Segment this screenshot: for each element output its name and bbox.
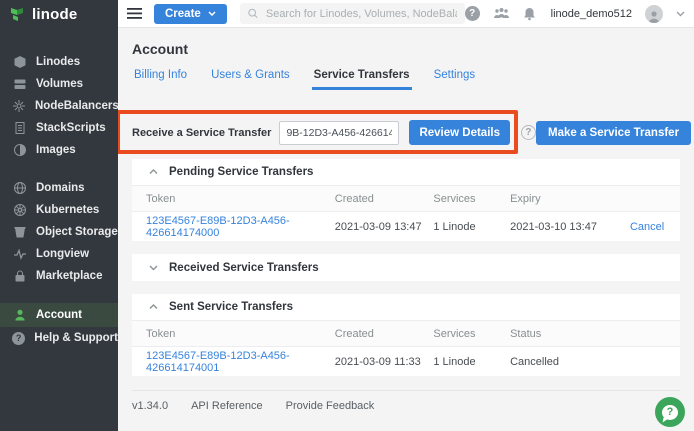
chevron-down-icon xyxy=(208,11,216,16)
images-icon xyxy=(12,143,27,157)
avatar[interactable] xyxy=(645,5,663,23)
sidebar-item-longview[interactable]: Longview xyxy=(0,243,118,265)
sent-token-link[interactable]: 123E4567-E89B-12D3-A456-426614174001 xyxy=(146,350,290,374)
sidebar-item-marketplace[interactable]: Marketplace xyxy=(0,265,118,287)
marketplace-icon xyxy=(12,269,27,283)
app-version: v1.34.0 xyxy=(132,400,168,412)
tab-users-grants[interactable]: Users & Grants xyxy=(209,69,292,90)
avatar-person-icon xyxy=(647,9,661,23)
col-token: Token xyxy=(132,193,335,205)
col-token: Token xyxy=(132,328,335,340)
question-circle-icon: ? xyxy=(12,332,25,345)
sent-services: 1 Linode xyxy=(433,356,510,368)
hamburger-menu-icon[interactable] xyxy=(127,8,142,19)
linode-logo-icon xyxy=(9,6,26,23)
person-icon xyxy=(12,308,27,322)
page-title: Account xyxy=(132,41,680,57)
notifications-bell-icon[interactable] xyxy=(523,7,536,21)
sidebar-item-kubernetes[interactable]: Kubernetes xyxy=(0,199,118,221)
sidebar-group-gap xyxy=(0,287,118,303)
linode-logo[interactable]: linode xyxy=(0,0,118,28)
sent-section-header[interactable]: Sent Service Transfers xyxy=(132,294,680,321)
sidebar-item-linodes[interactable]: Linodes xyxy=(0,51,118,73)
tab-settings[interactable]: Settings xyxy=(432,69,478,90)
pending-section-header[interactable]: Pending Service Transfers xyxy=(132,159,680,186)
volumes-icon xyxy=(12,77,27,91)
topbar-icons: ? linode_demo512 xyxy=(465,5,685,23)
search-input[interactable] xyxy=(266,8,457,20)
tab-billing-info[interactable]: Billing Info xyxy=(132,69,189,90)
chevron-up-icon xyxy=(149,304,158,310)
pending-section-title: Pending Service Transfers xyxy=(169,166,313,178)
search-icon xyxy=(248,8,258,19)
sent-table-header: Token Created Services Status xyxy=(132,321,680,347)
transfer-token-input[interactable] xyxy=(279,121,399,145)
received-section-header[interactable]: Received Service Transfers xyxy=(132,254,680,281)
sent-created: 2021-03-09 11:33 xyxy=(335,356,434,368)
pending-token-link[interactable]: 123E4567-E89B-12D3-A456-426614174000 xyxy=(146,215,290,239)
create-button[interactable]: Create xyxy=(154,4,227,24)
receive-transfer-label: Receive a Service Transfer xyxy=(132,127,271,139)
logo-text: linode xyxy=(32,6,77,23)
sidebar-item-object-storage[interactable]: Object Storage xyxy=(0,221,118,243)
col-created: Created xyxy=(335,193,434,205)
footer: v1.34.0 API Reference Provide Feedback xyxy=(132,390,680,412)
tab-service-transfers[interactable]: Service Transfers xyxy=(312,69,412,90)
received-transfers-section: Received Service Transfers xyxy=(132,254,680,281)
sidebar-group-gap xyxy=(0,161,118,177)
sidebar: linode Linodes Volumes NodeBalancers Sta… xyxy=(0,0,118,431)
pending-transfers-section: Pending Service Transfers Token Created … xyxy=(132,159,680,241)
chevron-up-icon xyxy=(149,169,158,175)
sidebar-item-domains[interactable]: Domains xyxy=(0,177,118,199)
user-menu-chevron-icon[interactable] xyxy=(676,11,685,17)
sidebar-nav: Linodes Volumes NodeBalancers StackScrip… xyxy=(0,51,118,349)
col-expiry: Expiry xyxy=(510,193,614,205)
sidebar-item-nodebalancers[interactable]: NodeBalancers xyxy=(0,95,118,117)
stackscripts-icon xyxy=(12,121,27,135)
receive-help-icon[interactable]: ? xyxy=(521,125,536,140)
pending-created: 2021-03-09 13:47 xyxy=(335,221,434,233)
pending-table-header: Token Created Services Expiry xyxy=(132,186,680,212)
sidebar-item-images[interactable]: Images xyxy=(0,139,118,161)
receive-transfer-row: Receive a Service Transfer Review Detail… xyxy=(132,119,680,146)
bucket-icon xyxy=(12,225,27,239)
globe-icon xyxy=(12,181,27,195)
nodebalancer-icon xyxy=(12,99,26,113)
tab-bar: Billing Info Users & Grants Service Tran… xyxy=(132,69,680,90)
pending-expiry: 2021-03-10 13:47 xyxy=(510,221,614,233)
pending-table-row: 123E4567-E89B-12D3-A456-426614174000 202… xyxy=(132,212,680,241)
sidebar-item-help-support[interactable]: ? Help & Support xyxy=(0,327,118,349)
kubernetes-icon xyxy=(12,203,27,217)
main-content: Account Billing Info Users & Grants Serv… xyxy=(118,29,694,431)
cube-icon xyxy=(12,55,27,69)
provide-feedback-link[interactable]: Provide Feedback xyxy=(286,400,375,412)
received-section-title: Received Service Transfers xyxy=(169,262,319,274)
sidebar-item-stackscripts[interactable]: StackScripts xyxy=(0,117,118,139)
cancel-link[interactable]: Cancel xyxy=(630,221,664,233)
pending-services: 1 Linode xyxy=(433,221,510,233)
question-bubble-icon: ? xyxy=(662,405,678,420)
col-created: Created xyxy=(335,328,434,340)
sent-table-row: 123E4567-E89B-12D3-A456-426614174001 202… xyxy=(132,347,680,376)
username[interactable]: linode_demo512 xyxy=(551,8,632,20)
make-service-transfer-button[interactable]: Make a Service Transfer xyxy=(536,121,691,145)
api-reference-link[interactable]: API Reference xyxy=(191,400,263,412)
sent-section-title: Sent Service Transfers xyxy=(169,301,293,313)
community-icon[interactable] xyxy=(493,7,510,20)
sidebar-item-account[interactable]: Account xyxy=(0,303,118,327)
col-status: Status xyxy=(510,328,614,340)
col-services: Services xyxy=(433,328,510,340)
col-services: Services xyxy=(433,193,510,205)
pulse-icon xyxy=(12,247,27,261)
sidebar-item-volumes[interactable]: Volumes xyxy=(0,73,118,95)
sent-transfers-section: Sent Service Transfers Token Created Ser… xyxy=(132,294,680,376)
review-details-button[interactable]: Review Details xyxy=(409,120,510,145)
topbar: Create ? linode_demo512 xyxy=(118,0,694,28)
search-box[interactable] xyxy=(240,3,465,24)
sent-status: Cancelled xyxy=(510,356,614,368)
help-icon[interactable]: ? xyxy=(465,6,480,21)
support-help-bubble-button[interactable]: ? xyxy=(655,397,685,427)
chevron-down-icon xyxy=(149,265,158,271)
